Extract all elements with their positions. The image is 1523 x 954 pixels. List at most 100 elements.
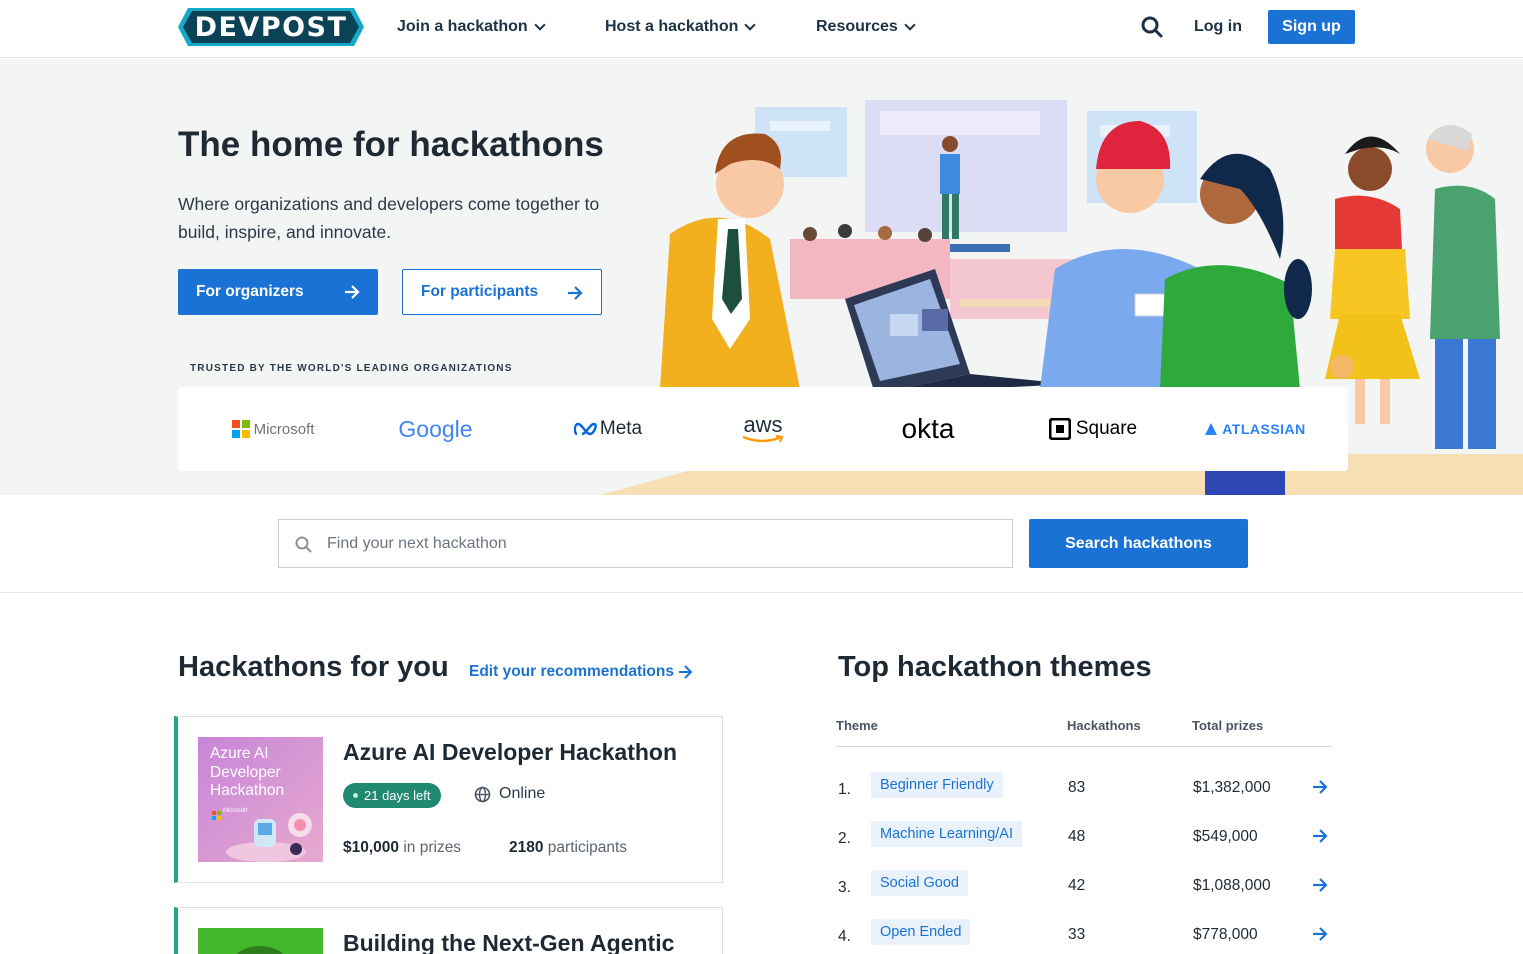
- chevron-down-icon: [744, 19, 757, 31]
- hackathon-title[interactable]: Building the Next-Gen Agentic: [343, 930, 674, 954]
- prize-suffix: in prizes: [403, 839, 462, 856]
- aws-smile-icon: [742, 435, 784, 443]
- microsoft-squares-icon: [231, 420, 250, 438]
- theme-count: 33: [1068, 926, 1086, 943]
- square-box-icon: [1048, 418, 1071, 440]
- okta-logo: okta: [901, 413, 955, 444]
- arrow-right-icon: [568, 286, 583, 300]
- search-icon[interactable]: [1141, 16, 1163, 38]
- participants-suffix: participants: [547, 839, 628, 856]
- nav-join-hackathon[interactable]: Join a hackathon: [397, 18, 546, 36]
- atlassian-triangle-icon: [1205, 423, 1218, 435]
- hackathon-title[interactable]: Azure AI Developer Hackathon: [343, 739, 677, 766]
- theme-count: 48: [1068, 828, 1086, 845]
- theme-prizes: $778,000: [1193, 926, 1258, 943]
- participants-info: 2180 participants: [509, 839, 627, 857]
- arrow-right-icon[interactable]: [1312, 828, 1328, 844]
- nav-join-hackathon-label: Join a hackathon: [397, 18, 528, 35]
- chevron-down-icon: [904, 19, 916, 31]
- theme-row: 1. Beginner Friendly 83 $1,382,000: [836, 771, 1332, 811]
- theme-rank: 2.: [838, 830, 851, 847]
- thumbnail-title: Azure AI Developer Hackathon: [210, 745, 285, 799]
- for-organizers-button[interactable]: For organizers: [178, 269, 378, 315]
- hackathon-thumbnail[interactable]: [198, 928, 323, 954]
- hero-section: The home for hackathons Where organizati…: [0, 59, 1523, 495]
- theme-row: 3. Social Good 42 $1,088,000: [836, 869, 1332, 909]
- search-icon: [295, 536, 312, 553]
- column-header-total-prizes: Total prizes: [1192, 718, 1264, 733]
- theme-tag[interactable]: Beginner Friendly: [871, 772, 1003, 798]
- logo-text: DEVPOST: [194, 11, 348, 43]
- top-navigation: DEVPOST Join a hackathon Host a hackatho…: [0, 0, 1523, 58]
- arrow-right-icon: [678, 665, 693, 679]
- section-divider: [0, 592, 1523, 593]
- hackathon-thumbnail[interactable]: Azure AI Developer Hackathon Microsoft: [198, 737, 323, 862]
- prize-amount: $10,000: [343, 839, 400, 856]
- theme-count: 83: [1068, 779, 1086, 796]
- theme-count: 42: [1068, 877, 1086, 894]
- participants-count: 2180: [509, 839, 544, 856]
- theme-tag[interactable]: Social Good: [871, 870, 968, 896]
- partner-logos-strip: Microsoft Google Meta aws okta Square AT…: [178, 387, 1348, 471]
- nav-host-hackathon-label: Host a hackathon: [605, 18, 739, 35]
- column-header-theme: Theme: [836, 718, 878, 733]
- nav-resources-label: Resources: [816, 18, 898, 35]
- status-dot-icon: [353, 793, 358, 798]
- arrow-right-icon: [345, 285, 360, 299]
- theme-row: 4. Open Ended 33 $778,000: [836, 918, 1332, 954]
- trusted-by-label: TRUSTED BY THE WORLD'S LEADING ORGANIZAT…: [190, 363, 513, 374]
- microsoft-logo: Microsoft: [218, 387, 328, 471]
- atlassian-logo-text: ATLASSIAN: [1222, 421, 1306, 437]
- arrow-right-icon[interactable]: [1312, 877, 1328, 893]
- thumbnail-brand: Microsoft: [223, 808, 248, 814]
- google-logo: Google: [398, 415, 473, 442]
- meta-logo-text: Meta: [599, 418, 643, 439]
- edit-recommendations-label: Edit your recommendations: [469, 663, 674, 680]
- recommendations-heading: Hackathons for you: [178, 651, 449, 683]
- search-hackathons-button[interactable]: Search hackathons: [1029, 519, 1248, 568]
- aws-logo-text: aws: [743, 412, 783, 437]
- status-badge: 21 days left: [343, 783, 441, 808]
- nav-resources[interactable]: Resources: [816, 18, 916, 36]
- column-header-hackathons: Hackathons: [1067, 718, 1141, 733]
- atlassian-logo: ATLASSIAN: [1198, 387, 1313, 471]
- theme-prizes: $1,382,000: [1193, 779, 1271, 796]
- hackathon-search-field[interactable]: [278, 519, 1013, 568]
- edit-recommendations-link[interactable]: Edit your recommendations: [469, 663, 693, 681]
- square-logo-text: Square: [1075, 418, 1138, 439]
- theme-tag[interactable]: Machine Learning/AI: [871, 821, 1022, 847]
- signup-button[interactable]: Sign up: [1268, 10, 1355, 44]
- theme-tag[interactable]: Open Ended: [871, 919, 971, 945]
- for-participants-label: For participants: [421, 283, 539, 300]
- table-header-divider: [836, 746, 1332, 747]
- chevron-down-icon: [534, 19, 546, 31]
- prize-info: $10,000 in prizes: [343, 839, 461, 857]
- globe-icon: [474, 786, 491, 802]
- theme-prizes: $549,000: [1193, 828, 1258, 845]
- hero-title: The home for hackathons: [178, 125, 604, 164]
- location-text: Online: [499, 785, 546, 802]
- arrow-right-icon[interactable]: [1312, 926, 1328, 942]
- devpost-logo[interactable]: DEVPOST: [178, 8, 364, 46]
- aws-logo: aws: [713, 387, 813, 471]
- microsoft-logo-text: Microsoft: [253, 420, 315, 438]
- for-organizers-label: For organizers: [196, 283, 304, 300]
- thumbnail-art: [198, 928, 323, 954]
- meta-infinity-icon: [573, 422, 597, 436]
- theme-prizes: $1,088,000: [1193, 877, 1271, 894]
- nav-host-hackathon[interactable]: Host a hackathon: [605, 18, 757, 36]
- search-input[interactable]: [327, 520, 1007, 567]
- login-link[interactable]: Log in: [1194, 18, 1242, 36]
- arrow-right-icon[interactable]: [1312, 779, 1328, 795]
- theme-rank: 4.: [838, 928, 851, 945]
- hackathon-card[interactable]: Azure AI Developer Hackathon Microsoft A…: [174, 716, 723, 883]
- themes-heading: Top hackathon themes: [838, 651, 1152, 683]
- theme-row: 2. Machine Learning/AI 48 $549,000: [836, 820, 1332, 860]
- theme-rank: 3.: [838, 879, 851, 896]
- hackathon-card[interactable]: Building the Next-Gen Agentic: [174, 907, 723, 954]
- location-info: Online: [474, 785, 545, 803]
- square-logo: Square: [1038, 387, 1148, 471]
- meta-logo: Meta: [553, 387, 663, 471]
- theme-rank: 1.: [838, 781, 851, 798]
- for-participants-button[interactable]: For participants: [402, 269, 602, 315]
